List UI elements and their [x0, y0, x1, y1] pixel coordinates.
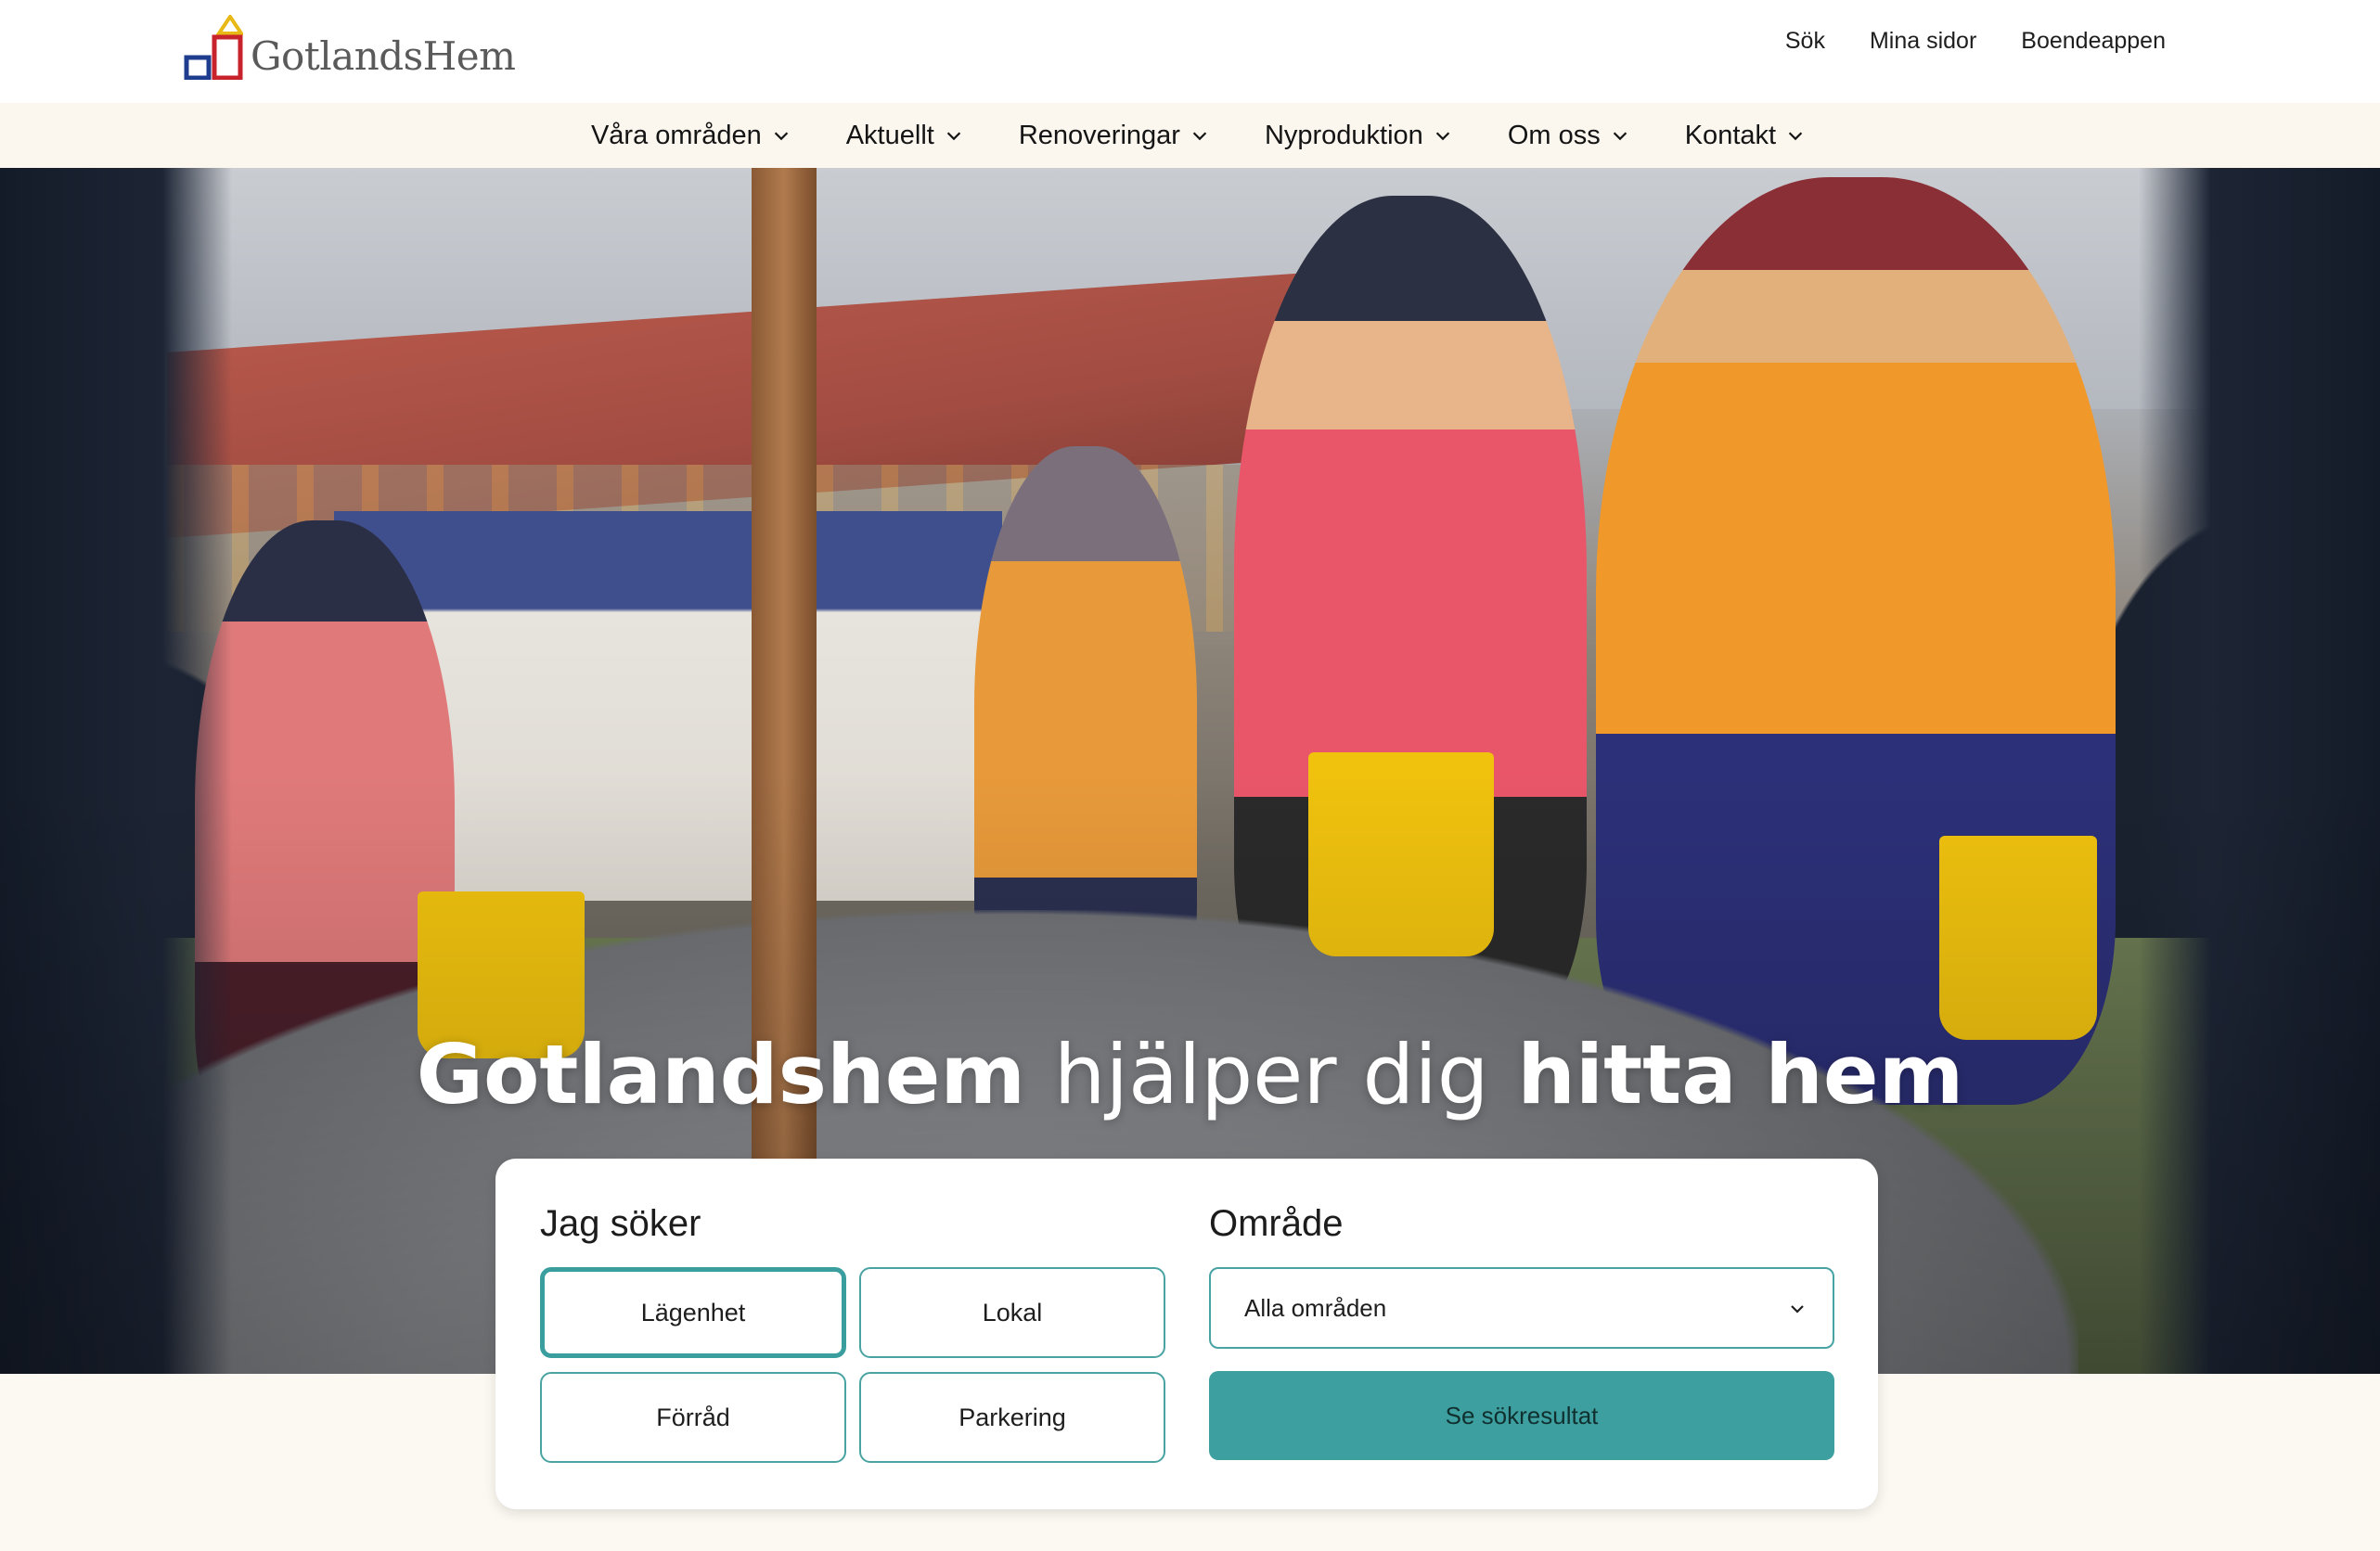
hero-title-end: hitta hem — [1517, 1027, 1964, 1122]
type-option-lokal[interactable]: Lokal — [859, 1267, 1165, 1358]
utility-link-sok[interactable]: Sök — [1785, 28, 1825, 55]
area-heading: Område — [1209, 1203, 1344, 1244]
type-heading: Jag söker — [540, 1203, 701, 1244]
nav-item-kontakt[interactable]: Kontakt — [1685, 121, 1806, 151]
chevron-down-icon — [1435, 132, 1450, 141]
type-option-lagenhet[interactable]: Lägenhet — [540, 1267, 846, 1358]
chevron-down-icon — [1613, 132, 1627, 141]
chevron-down-icon — [1791, 1305, 1804, 1314]
nav-item-vara-omraden[interactable]: Våra områden — [591, 121, 791, 151]
hero-title-brand: Gotlandshem — [416, 1027, 1026, 1122]
top-bar: GotlandsHem Sök Mina sidor Boendeappen — [0, 0, 2380, 103]
utility-link-mina-sidor[interactable]: Mina sidor — [1870, 28, 1976, 55]
logo[interactable]: GotlandsHem — [184, 13, 516, 80]
hero-title: Gotlandshem hjälper dig hitta hem — [0, 1034, 2380, 1116]
utility-link-boendeappen[interactable]: Boendeappen — [2021, 28, 2166, 55]
hero-title-middle: hjälper dig — [1053, 1027, 1489, 1122]
nav-item-label: Kontakt — [1684, 120, 1777, 150]
nav-item-label: Om oss — [1507, 120, 1601, 150]
nav-item-om-oss[interactable]: Om oss — [1508, 121, 1630, 151]
type-option-parkering[interactable]: Parkering — [859, 1372, 1165, 1463]
main-nav: Våra områden Aktuellt Renoveringar Nypro… — [0, 103, 2380, 168]
logo-mark-icon — [184, 15, 243, 80]
chevron-down-icon — [774, 132, 788, 141]
search-submit-button[interactable]: Se sökresultat — [1209, 1371, 1834, 1460]
chevron-down-icon — [1788, 132, 1803, 141]
nav-item-nyproduktion[interactable]: Nyproduktion — [1265, 121, 1453, 151]
nav-item-label: Nyproduktion — [1264, 120, 1423, 150]
chevron-down-icon — [1192, 132, 1207, 141]
search-card: Jag söker Område Lägenhet Lokal Förråd P… — [495, 1159, 1878, 1509]
nav-item-label: Aktuellt — [845, 120, 934, 150]
utility-nav: Sök Mina sidor Boendeappen — [1785, 28, 2166, 55]
logo-text: GotlandsHem — [251, 33, 516, 79]
nav-item-label: Våra områden — [590, 120, 762, 150]
nav-item-aktuellt[interactable]: Aktuellt — [846, 121, 964, 151]
nav-item-label: Renoveringar — [1018, 120, 1180, 150]
nav-item-renoveringar[interactable]: Renoveringar — [1019, 121, 1210, 151]
area-select-value: Alla områden — [1244, 1293, 1387, 1322]
type-option-forrad[interactable]: Förråd — [540, 1372, 846, 1463]
area-select[interactable]: Alla områden — [1209, 1267, 1834, 1349]
chevron-down-icon — [946, 132, 961, 141]
